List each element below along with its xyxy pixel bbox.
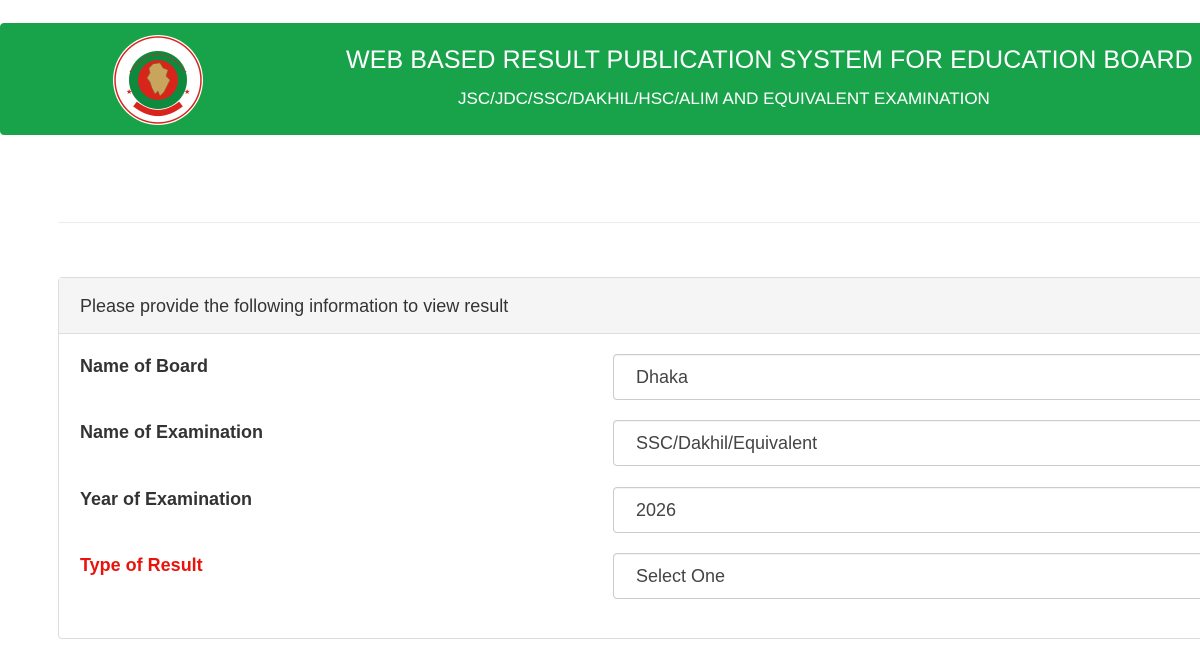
page-subtitle: JSC/JDC/SSC/DAKHIL/HSC/ALIM AND EQUIVALE…	[458, 89, 990, 108]
examination-select[interactable]: SSC/Dakhil/Equivalent	[613, 420, 1200, 466]
board-select-value: Dhaka	[636, 367, 689, 387]
year-select-value: 2026	[636, 500, 677, 520]
form-row-board: Name of Board Dhaka	[59, 354, 1200, 402]
result-type-label: Type of Result	[80, 555, 203, 575]
government-seal-icon: ★ ★	[113, 35, 203, 125]
site-header: ★ ★ WEB BASED RESULT PUBLICATION SYSTEM …	[0, 23, 1200, 135]
page-title: WEB BASED RESULT PUBLICATION SYSTEM FOR …	[346, 46, 1193, 74]
panel-heading: Please provide the following information…	[59, 278, 1200, 334]
result-form-panel: Please provide the following information…	[58, 277, 1200, 639]
svg-text:★: ★	[126, 88, 132, 96]
result-type-select[interactable]: Select One	[613, 553, 1200, 599]
board-select[interactable]: Dhaka	[613, 354, 1200, 400]
form-row-year: Year of Examination 2026	[59, 487, 1200, 535]
year-select[interactable]: 2026	[613, 487, 1200, 533]
form-row-result-type: Type of Result Select One	[59, 553, 1200, 601]
panel-heading-text: Please provide the following information…	[80, 296, 509, 316]
year-label: Year of Examination	[80, 489, 253, 509]
result-type-select-value: Select One	[636, 566, 726, 586]
divider	[58, 222, 1200, 223]
board-label: Name of Board	[80, 356, 209, 376]
svg-text:★: ★	[184, 88, 190, 96]
form-row-examination: Name of Examination SSC/Dakhil/Equivalen…	[59, 420, 1200, 468]
examination-select-value: SSC/Dakhil/Equivalent	[636, 433, 818, 453]
examination-label: Name of Examination	[80, 422, 264, 442]
